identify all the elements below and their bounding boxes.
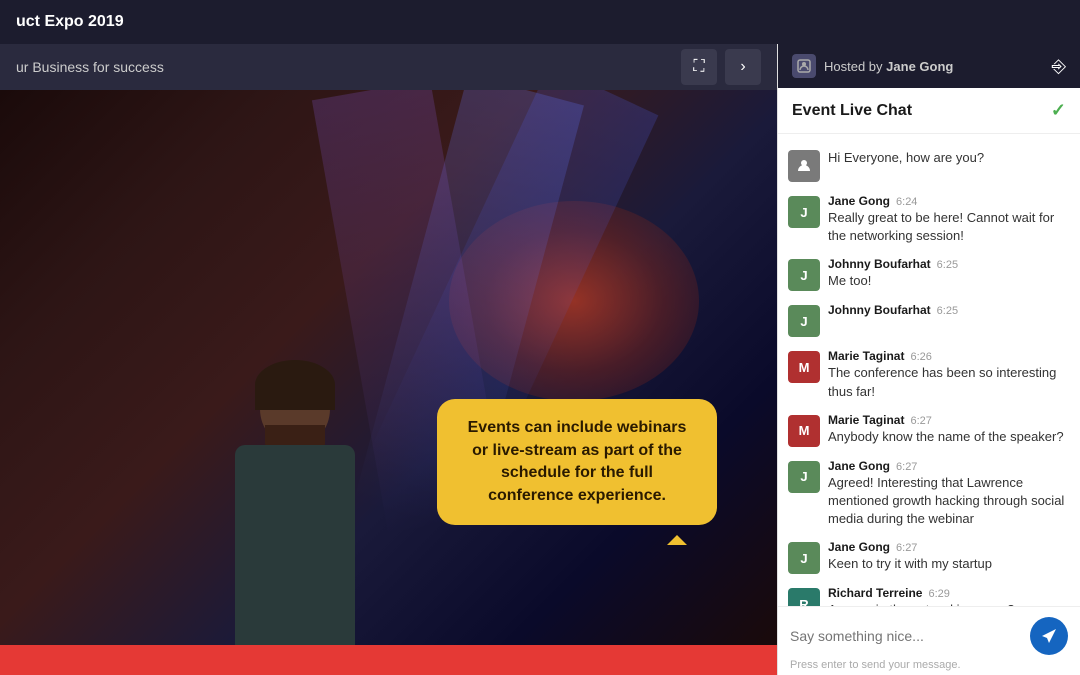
avatar: J [788, 461, 820, 493]
msg-author: Marie Taginat [828, 349, 904, 363]
speaker-torso [235, 445, 355, 645]
chat-panel: Hosted by Jane Gong ⎆ Event Live Chat ✓ … [777, 44, 1080, 675]
avatar: M [788, 351, 820, 383]
msg-text: Keen to try it with my startup [828, 555, 1070, 573]
host-name: Jane Gong [886, 59, 953, 74]
msg-text: Me too! [828, 272, 1070, 290]
video-bottom-bar [0, 645, 777, 675]
avatar [788, 150, 820, 182]
msg-author: Jane Gong [828, 540, 890, 554]
msg-time: 6:25 [937, 305, 958, 317]
app-title: uct Expo 2019 [16, 13, 124, 31]
list-item: J Jane Gong 6:27 Agreed! Interesting tha… [778, 453, 1080, 535]
msg-text: Agreed! Interesting that Lawrence mentio… [828, 474, 1070, 529]
message-content: Marie Taginat 6:27 Anybody know the name… [828, 413, 1070, 446]
avatar: M [788, 415, 820, 447]
message-content: Jane Gong 6:24 Really great to be here! … [828, 194, 1070, 245]
video-header: ur Business for success ⛶ › [0, 44, 777, 90]
message-content: Jane Gong 6:27 Keen to try it with my st… [828, 540, 1070, 573]
chat-header: Event Live Chat ✓ [778, 88, 1080, 134]
next-button[interactable]: › [725, 49, 761, 85]
video-controls: ⛶ › [681, 49, 761, 85]
list-item: R Richard Terreine 6:29 Anyone in the ne… [778, 580, 1080, 606]
message-content: Jane Gong 6:27 Agreed! Interesting that … [828, 459, 1070, 529]
main-layout: ur Business for success ⛶ › [0, 44, 1080, 675]
expand-button[interactable]: ⛶ [681, 49, 717, 85]
speaker-figure [235, 365, 355, 645]
message-header: Jane Gong 6:27 [828, 459, 1070, 473]
video-title: ur Business for success [16, 59, 164, 75]
avatar: J [788, 305, 820, 337]
bg-glow [449, 201, 699, 401]
msg-time: 6:27 [910, 415, 931, 427]
msg-time: 6:25 [937, 259, 958, 271]
message-content: Marie Taginat 6:26 The conference has be… [828, 349, 1070, 400]
chat-input[interactable] [790, 628, 1022, 644]
chat-messages[interactable]: Hi Everyone, how are you? J Jane Gong 6:… [778, 134, 1080, 606]
list-item: J Jane Gong 6:27 Keen to try it with my … [778, 534, 1080, 580]
list-item: J Johnny Boufarhat 6:25 [778, 297, 1080, 343]
video-section: ur Business for success ⛶ › [0, 44, 777, 675]
message-header: Richard Terreine 6:29 [828, 586, 1070, 600]
msg-text: Hi Everyone, how are you? [828, 149, 1070, 167]
msg-text: Anybody know the name of the speaker? [828, 428, 1070, 446]
list-item: M Marie Taginat 6:27 Anybody know the na… [778, 407, 1080, 453]
msg-author: Johnny Boufarhat [828, 303, 931, 317]
list-item: J Johnny Boufarhat 6:25 Me too! [778, 251, 1080, 297]
avatar: J [788, 542, 820, 574]
message-header: Jane Gong 6:24 [828, 194, 1070, 208]
chat-input-area: Press enter to send your message. [778, 606, 1080, 675]
chat-check-icon: ✓ [1051, 100, 1066, 121]
message-content: Richard Terreine 6:29 Anyone in the netw… [828, 586, 1070, 606]
msg-time: 6:26 [910, 351, 931, 363]
msg-text: Really great to be here! Cannot wait for… [828, 209, 1070, 245]
exit-button[interactable]: ⎆ [1052, 56, 1066, 77]
video-tooltip: Events can include webinars or live-stre… [437, 399, 717, 525]
host-icon [792, 54, 816, 78]
video-background: Events can include webinars or live-stre… [0, 90, 777, 645]
msg-author: Jane Gong [828, 459, 890, 473]
video-frame: Events can include webinars or live-stre… [0, 90, 777, 645]
msg-author: Richard Terreine [828, 586, 922, 600]
msg-author: Jane Gong [828, 194, 890, 208]
msg-author: Marie Taginat [828, 413, 904, 427]
message-content: Hi Everyone, how are you? [828, 148, 1070, 167]
message-header: Johnny Boufarhat 6:25 [828, 257, 1070, 271]
msg-time: 6:24 [896, 196, 917, 208]
message-header: Marie Taginat 6:26 [828, 349, 1070, 363]
chat-title: Event Live Chat [792, 102, 912, 120]
list-item: M Marie Taginat 6:26 The conference has … [778, 343, 1080, 406]
chat-send-button[interactable] [1030, 617, 1068, 655]
avatar: J [788, 196, 820, 228]
host-bar: Hosted by Jane Gong ⎆ [778, 44, 1080, 88]
msg-time: 6:27 [896, 461, 917, 473]
message-header: Johnny Boufarhat 6:25 [828, 303, 1070, 317]
list-item: J Jane Gong 6:24 Really great to be here… [778, 188, 1080, 251]
msg-time: 6:29 [928, 588, 949, 600]
speaker-hair [255, 360, 335, 410]
avatar: J [788, 259, 820, 291]
host-label: Hosted by Jane Gong [824, 59, 953, 74]
msg-text: The conference has been so interesting t… [828, 364, 1070, 400]
speaker-head [260, 365, 330, 445]
chat-input-row [790, 617, 1068, 655]
message-header: Marie Taginat 6:27 [828, 413, 1070, 427]
avatar: R [788, 588, 820, 606]
msg-author: Johnny Boufarhat [828, 257, 931, 271]
message-header: Jane Gong 6:27 [828, 540, 1070, 554]
chat-hint: Press enter to send your message. [790, 659, 1068, 671]
message-content: Johnny Boufarhat 6:25 [828, 303, 1070, 317]
list-item: Hi Everyone, how are you? [778, 142, 1080, 188]
top-bar: uct Expo 2019 [0, 0, 1080, 44]
message-content: Johnny Boufarhat 6:25 Me too! [828, 257, 1070, 290]
msg-time: 6:27 [896, 542, 917, 554]
